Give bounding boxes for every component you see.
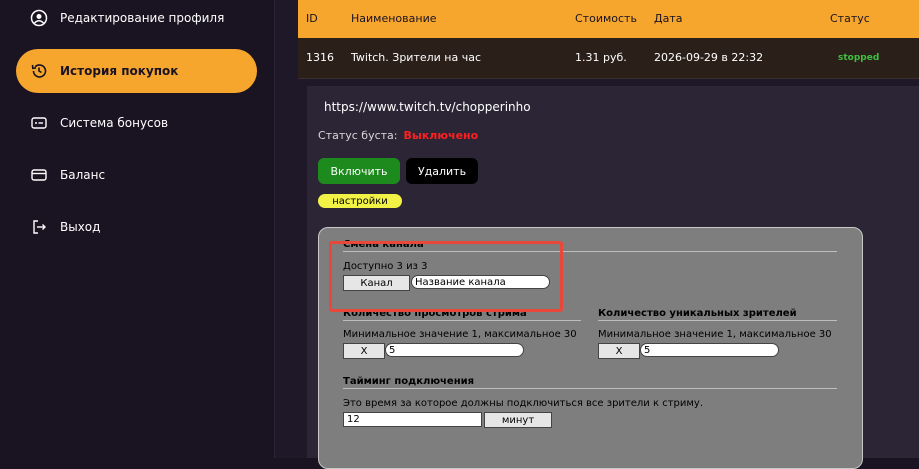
views-count-input[interactable]: 5 (385, 343, 524, 357)
unique-viewers-input[interactable]: 5 (640, 343, 779, 357)
unique-x-button[interactable]: X (598, 343, 640, 359)
enable-button[interactable]: Включить (318, 158, 400, 184)
boost-status-label: Статус буста: (318, 129, 398, 142)
unique-viewers-hint: Минимальное значение 1, максимальное 30 (598, 329, 832, 340)
cell-price: 1.31 руб. (575, 51, 627, 64)
sidebar-item-label: Система бонусов (60, 116, 169, 130)
views-x-button[interactable]: X (343, 343, 385, 359)
timing-hint: Это время за которое должны подключиться… (343, 398, 704, 409)
sidebar-item-logout[interactable]: Выход (16, 205, 257, 249)
status-badge: stopped (838, 53, 880, 63)
boost-status: Статус буста: Выключено (318, 129, 478, 142)
table-header: ID Наименование Стоимость Дата Статус (298, 0, 919, 38)
sidebar-item-edit-profile[interactable]: Редактирование профиля (16, 0, 257, 40)
views-count-hint: Минимальное значение 1, максимальное 30 (343, 329, 577, 340)
sidebar-item-label: Выход (60, 220, 101, 234)
sidebar-item-label: Редактирование профиля (60, 11, 225, 25)
cell-id: 1316 (306, 51, 334, 64)
boost-status-value: Выключено (403, 129, 479, 142)
sidebar-item-bonus-system[interactable]: Система бонусов (16, 101, 257, 145)
sidebar-item-label: Баланс (60, 168, 106, 182)
timing-input[interactable]: 12 (343, 412, 482, 427)
bonus-card-icon (30, 114, 48, 132)
unique-viewers-title: Количество уникальных зрителей (598, 308, 837, 321)
logout-icon (30, 218, 48, 236)
delete-button[interactable]: Удалить (406, 158, 478, 184)
column-header-name: Наименование (351, 12, 437, 25)
column-header-status: Статус (830, 12, 870, 25)
sidebar-item-balance[interactable]: Баланс (16, 153, 257, 197)
timing-unit-button[interactable]: минут (484, 412, 552, 428)
wallet-icon (30, 166, 48, 184)
user-circle-icon (30, 9, 48, 27)
sidebar-item-purchase-history[interactable]: История покупок (16, 49, 257, 93)
sidebar: Редактирование профиля История покупок С… (0, 0, 275, 458)
history-icon (30, 62, 48, 80)
channel-url: https://www.twitch.tv/chopperinho (324, 100, 531, 114)
highlight-annotation (329, 241, 563, 312)
column-header-price: Стоимость (575, 12, 637, 25)
table-row[interactable]: 1316 Twitch. Зрители на час 1.31 руб. 20… (298, 38, 919, 79)
timing-title: Тайминг подключения (343, 376, 837, 389)
settings-toggle-button[interactable]: настройки (318, 194, 402, 208)
column-header-date: Дата (654, 12, 683, 25)
sidebar-item-label: История покупок (60, 64, 179, 78)
cell-date: 2026-09-29 в 22:32 (654, 51, 764, 64)
cell-name: Twitch. Зрители на час (351, 51, 482, 64)
main-content: ID Наименование Стоимость Дата Статус 13… (275, 0, 919, 469)
column-header-id: ID (306, 12, 318, 25)
